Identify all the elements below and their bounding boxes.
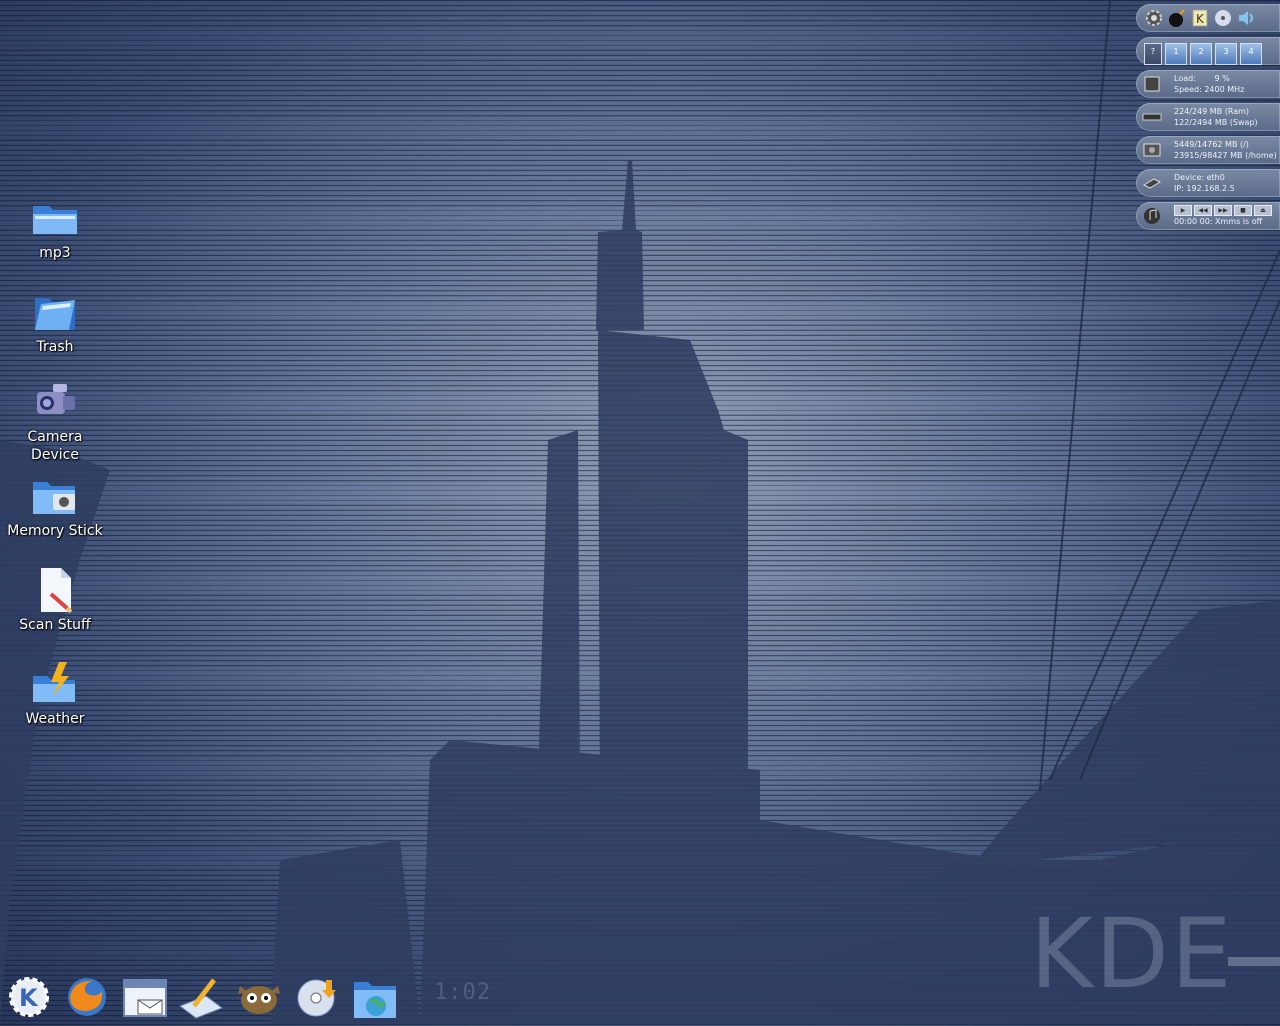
memory-stick-icon bbox=[33, 482, 75, 514]
xmms-next-button[interactable]: ▶▶ bbox=[1214, 205, 1232, 216]
desktop-icon-scan-stuff[interactable]: Scan Stuff bbox=[4, 564, 106, 634]
desktop-icon-label: Scan Stuff bbox=[19, 617, 91, 633]
desktop-icon-weather[interactable]: Weather bbox=[4, 658, 106, 728]
desktop-icon-camera-device[interactable]: Camera Device bbox=[4, 376, 106, 464]
pager-desktop-4[interactable]: 4 bbox=[1240, 43, 1262, 65]
pager-desktop-2[interactable]: 2 bbox=[1190, 43, 1212, 65]
cpu-load-label: Load: bbox=[1174, 74, 1196, 83]
xmms-prev-button[interactable]: ◀◀ bbox=[1194, 205, 1212, 216]
wallpaper bbox=[0, 0, 1280, 1024]
document-icon bbox=[41, 568, 73, 614]
xmms-control: ▶ ◀◀ ▶▶ ■ ⏏ 00:00 00: Xmms is off bbox=[1136, 202, 1280, 230]
swap-usage: 122/2494 MB (Swap) bbox=[1174, 118, 1258, 127]
bomb-icon[interactable] bbox=[1167, 8, 1187, 28]
taskbar-clock: 1:02 bbox=[434, 980, 491, 1005]
system-monitor: K ? 1 2 3 4 Load: 9 % Speed: 2400 MHz 22… bbox=[1136, 4, 1280, 235]
pager-desktop-3[interactable]: 3 bbox=[1215, 43, 1237, 65]
virtual-desktop-pager: ? 1 2 3 4 bbox=[1136, 37, 1280, 65]
desktop-icon-label: Weather bbox=[25, 711, 85, 727]
desktop-icon-trash[interactable]: Trash bbox=[4, 286, 106, 356]
cd-icon[interactable] bbox=[1213, 8, 1233, 28]
watermark-bar bbox=[1228, 957, 1280, 966]
desktop-icon-label: Camera Device bbox=[27, 429, 83, 463]
memory-monitor: 224/249 MB (Ram) 122/2494 MB (Swap) bbox=[1136, 103, 1280, 131]
disk-monitor: 5449/14762 MB (/) 23915/98427 MB (/home) bbox=[1136, 136, 1280, 164]
camera-icon bbox=[37, 384, 75, 414]
svg-text:K: K bbox=[19, 984, 39, 1012]
music-icon bbox=[1144, 208, 1160, 224]
xmms-stop-button[interactable]: ■ bbox=[1234, 205, 1252, 216]
cd-burner-icon[interactable] bbox=[292, 972, 342, 1022]
kde-menu-icon[interactable]: K bbox=[4, 972, 54, 1022]
desktop-icon-label: Memory Stick bbox=[7, 523, 103, 539]
gear-icon[interactable] bbox=[1144, 8, 1164, 28]
cpu-load-value: 9 % bbox=[1214, 74, 1230, 83]
quick-launch-bar: K bbox=[0, 968, 420, 1024]
weather-icon bbox=[33, 662, 75, 702]
trash-folder-icon bbox=[35, 298, 75, 330]
speaker-icon[interactable] bbox=[1236, 8, 1256, 28]
xmms-eject-button[interactable]: ⏏ bbox=[1254, 205, 1272, 216]
editor-icon[interactable] bbox=[176, 972, 226, 1022]
network-ip: IP: 192.168.2.5 bbox=[1174, 184, 1235, 193]
desktop-icon-label: Trash bbox=[36, 339, 74, 355]
ram-icon bbox=[1142, 113, 1162, 121]
pager-desktop-1[interactable]: 1 bbox=[1165, 43, 1187, 65]
network-monitor: Device: eth0 IP: 192.168.2.5 bbox=[1136, 169, 1280, 197]
pager-current[interactable]: ? bbox=[1144, 43, 1162, 65]
applet-bar: K bbox=[1136, 4, 1280, 32]
desktop-icon-memory-stick[interactable]: Memory Stick bbox=[4, 470, 106, 540]
network-device: Device: eth0 bbox=[1174, 173, 1225, 182]
cpu-speed-label: Speed: bbox=[1174, 85, 1202, 94]
kde-watermark: KDE bbox=[1030, 898, 1234, 1010]
xmms-play-button[interactable]: ▶ bbox=[1174, 205, 1192, 216]
desktop-icon-mp3[interactable]: mp3 bbox=[4, 192, 106, 262]
firefox-icon[interactable] bbox=[62, 972, 112, 1022]
cpu-icon bbox=[1144, 76, 1160, 92]
kde-k-icon[interactable]: K bbox=[1190, 8, 1210, 28]
svg-text:K: K bbox=[1196, 12, 1205, 26]
hard-disk-icon bbox=[1143, 143, 1161, 157]
cpu-monitor: Load: 9 % Speed: 2400 MHz bbox=[1136, 70, 1280, 98]
xmms-status: 00:00 00: Xmms is off bbox=[1174, 217, 1263, 226]
folder-icon bbox=[33, 206, 77, 234]
network-folder-icon[interactable] bbox=[350, 972, 400, 1022]
gimp-icon[interactable] bbox=[234, 972, 284, 1022]
ram-usage: 224/249 MB (Ram) bbox=[1174, 107, 1250, 116]
cpu-speed-value: 2400 MHz bbox=[1204, 85, 1245, 94]
desktop-icon-label: mp3 bbox=[39, 245, 71, 261]
disk-root-usage: 5449/14762 MB (/) bbox=[1174, 140, 1249, 149]
disk-home-usage: 23915/98427 MB (/home) bbox=[1174, 151, 1277, 160]
mail-calendar-icon[interactable] bbox=[120, 972, 170, 1022]
network-card-icon bbox=[1142, 178, 1162, 189]
